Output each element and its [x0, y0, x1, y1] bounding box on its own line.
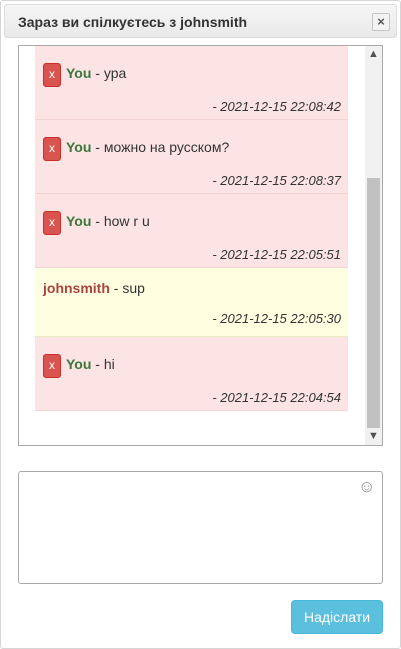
message-sender: You: [66, 356, 92, 372]
scroll-down-icon[interactable]: ▼: [365, 428, 382, 445]
message-history[interactable]: x You - ура - 2021-12-15 22:08:42 x You …: [18, 45, 383, 446]
scroll-up-icon[interactable]: ▲: [365, 46, 382, 63]
delete-message-button[interactable]: x: [43, 137, 61, 161]
message-text-line: johnsmith - sup: [43, 280, 145, 296]
message-sender: johnsmith: [43, 280, 110, 296]
message-text-line: You - hi: [66, 356, 115, 372]
message-item: x You - ура - 2021-12-15 22:08:42: [35, 46, 348, 120]
message-sender: You: [66, 65, 92, 81]
delete-message-button[interactable]: x: [43, 63, 61, 87]
message-item: x You - можно на русском? - 2021-12-15 2…: [35, 120, 348, 194]
message-sender: You: [66, 139, 92, 155]
delete-message-button[interactable]: x: [43, 211, 61, 235]
message-timestamp: - 2021-12-15 22:04:54: [212, 390, 341, 405]
vertical-scrollbar[interactable]: ▲ ▼: [365, 46, 382, 445]
message-timestamp: - 2021-12-15 22:08:37: [212, 173, 341, 188]
dialog-title: Зараз ви спілкуєтесь з johnsmith: [18, 14, 248, 30]
message-body: - hi: [91, 356, 115, 372]
close-icon[interactable]: ×: [372, 13, 390, 31]
message-sender: You: [66, 213, 92, 229]
message-text-line: You - ура: [66, 65, 126, 81]
message-item: x You - how r u - 2021-12-15 22:05:51: [35, 194, 348, 268]
message-item: x You - hi - 2021-12-15 22:04:54: [35, 337, 348, 411]
message-body: - sup: [109, 280, 145, 296]
message-list: x You - ура - 2021-12-15 22:08:42 x You …: [35, 46, 348, 411]
message-text-line: You - можно на русском?: [66, 139, 229, 155]
smiley-icon[interactable]: ☺: [358, 478, 375, 495]
message-text-line: You - how r u: [66, 213, 150, 229]
dialog-titlebar[interactable]: Зараз ви спілкуєтесь з johnsmith ×: [4, 4, 397, 38]
message-body: - можно на русском?: [91, 139, 230, 155]
chat-window: Зараз ви спілкуєтесь з johnsmith × x You…: [0, 0, 401, 649]
scrollbar-thumb[interactable]: [367, 178, 380, 428]
message-timestamp: - 2021-12-15 22:08:42: [212, 99, 341, 114]
message-item: johnsmith - sup - 2021-12-15 22:05:30: [35, 268, 348, 337]
message-input[interactable]: [18, 471, 383, 584]
message-body: - ура: [91, 65, 127, 81]
send-button[interactable]: Надіслати: [291, 600, 383, 634]
message-timestamp: - 2021-12-15 22:05:51: [212, 247, 341, 262]
message-timestamp: - 2021-12-15 22:05:30: [212, 311, 341, 326]
delete-message-button[interactable]: x: [43, 354, 61, 378]
message-body: - how r u: [91, 213, 150, 229]
